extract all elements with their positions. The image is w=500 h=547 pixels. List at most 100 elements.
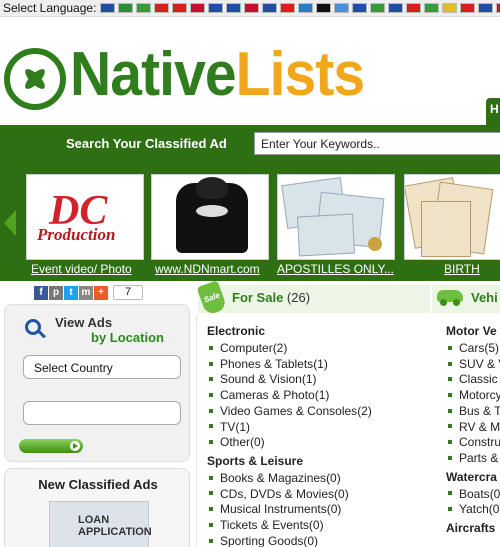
language-flag-icon[interactable] bbox=[442, 3, 458, 13]
language-flag-icon[interactable] bbox=[172, 3, 188, 13]
language-flag-icon[interactable] bbox=[496, 3, 500, 13]
category-count: (2) bbox=[357, 403, 372, 418]
carousel-prev-icon[interactable] bbox=[4, 210, 16, 236]
language-flag-icon[interactable] bbox=[244, 3, 260, 13]
language-flag-icon[interactable] bbox=[226, 3, 242, 13]
bullet-icon bbox=[209, 440, 213, 445]
language-flag-icon[interactable] bbox=[424, 3, 440, 13]
new-ads-title: New Classified Ads bbox=[38, 477, 158, 492]
bullet-icon bbox=[209, 491, 213, 496]
location-input[interactable] bbox=[23, 401, 181, 425]
language-flag-icon[interactable] bbox=[154, 3, 170, 13]
category-title[interactable]: Aircrafts bbox=[446, 521, 495, 535]
category-link[interactable]: Phones & Tablets(1) bbox=[209, 357, 328, 371]
category-link[interactable]: Constru bbox=[448, 435, 500, 449]
carousel-caption[interactable]: Event video/ Photo bbox=[31, 262, 132, 276]
carousel-caption[interactable]: www.NDNmart.com bbox=[155, 262, 260, 276]
bullet-icon bbox=[209, 377, 213, 382]
print-icon[interactable]: p bbox=[49, 285, 63, 300]
bullet-icon bbox=[209, 392, 213, 397]
search-label: Search Your Classified Ad bbox=[66, 136, 227, 151]
bullet-icon bbox=[448, 455, 452, 460]
nav-tab-home[interactable]: H bbox=[486, 98, 500, 125]
language-flag-icon[interactable] bbox=[460, 3, 476, 13]
search-input[interactable] bbox=[254, 132, 500, 155]
country-select[interactable]: Select Country bbox=[23, 355, 181, 379]
category-link[interactable]: Computer(2) bbox=[209, 341, 287, 355]
language-flag-icon[interactable] bbox=[334, 3, 350, 13]
category-link[interactable]: TV(1) bbox=[209, 420, 250, 434]
bullet-icon bbox=[209, 408, 213, 413]
category-link[interactable]: Other(0) bbox=[209, 435, 265, 449]
email-icon[interactable]: m bbox=[79, 285, 93, 300]
category-link[interactable]: Yatch(0) bbox=[448, 502, 500, 516]
category-link-label: Cameras & Photo bbox=[220, 388, 315, 403]
language-flag-icon[interactable] bbox=[298, 3, 314, 13]
logo-icon[interactable] bbox=[4, 48, 66, 110]
category-link-label: Sporting Goods bbox=[220, 533, 304, 547]
category-link[interactable]: Cameras & Photo(1) bbox=[209, 388, 329, 402]
carousel-item[interactable] bbox=[277, 174, 395, 260]
category-link[interactable]: Parts & bbox=[448, 451, 498, 465]
new-ad-thumbnail[interactable]: LOAN APPLICATION bbox=[49, 501, 152, 547]
carousel-caption[interactable]: APOSTILLES ONLY... bbox=[277, 262, 394, 276]
language-flag-icon[interactable] bbox=[406, 3, 422, 13]
language-flag-icon[interactable] bbox=[136, 3, 152, 13]
category-link[interactable]: Boats(0) bbox=[448, 487, 500, 501]
go-button[interactable] bbox=[19, 439, 83, 453]
vehicles-title[interactable]: Vehi bbox=[471, 290, 498, 305]
for-sale-title[interactable]: For Sale (26) bbox=[232, 290, 310, 305]
column-divider bbox=[196, 315, 197, 547]
carousel-item[interactable] bbox=[404, 174, 500, 260]
category-link[interactable]: Tickets & Events(0) bbox=[209, 518, 324, 532]
more-share-icon[interactable]: + bbox=[94, 285, 108, 300]
category-link[interactable]: Books & Magazines(0) bbox=[209, 471, 341, 485]
category-link[interactable]: Sporting Goods(0) bbox=[209, 534, 318, 547]
category-title[interactable]: Sports & Leisure bbox=[207, 454, 303, 468]
language-flag-icon[interactable] bbox=[388, 3, 404, 13]
category-link[interactable]: Classic bbox=[448, 372, 498, 386]
category-link[interactable]: Musical Instruments(0) bbox=[209, 502, 341, 516]
category-link-label: TV bbox=[220, 419, 236, 434]
language-flag-icon[interactable] bbox=[262, 3, 278, 13]
category-link[interactable]: Sound & Vision(1) bbox=[209, 372, 317, 386]
category-link-label: Boats bbox=[459, 486, 490, 501]
category-link[interactable]: Bus & T bbox=[448, 404, 500, 418]
category-link-label: Video Games & Consoles bbox=[220, 403, 358, 418]
share-bar: f p t m + 7 bbox=[34, 285, 143, 300]
category-count: (5) bbox=[484, 341, 500, 355]
category-link-label: Musical Instruments bbox=[220, 502, 327, 517]
language-flag-icon[interactable] bbox=[316, 3, 332, 13]
language-bar: Select Language: bbox=[0, 0, 500, 17]
twitter-icon[interactable]: t bbox=[64, 285, 78, 300]
view-ads-title: View Ads bbox=[55, 315, 113, 330]
category-link[interactable]: Video Games & Consoles(2) bbox=[209, 404, 372, 418]
language-flag-icon[interactable] bbox=[352, 3, 368, 13]
category-link[interactable]: Motorcy bbox=[448, 388, 500, 402]
site-logo[interactable]: NativeLists bbox=[70, 44, 365, 106]
category-link[interactable]: CDs, DVDs & Movies(0) bbox=[209, 487, 349, 501]
category-title[interactable]: Motor Ve bbox=[446, 324, 497, 338]
category-count: (0) bbox=[326, 502, 342, 517]
carousel-caption[interactable]: BIRTH bbox=[444, 262, 480, 276]
facebook-icon[interactable]: f bbox=[34, 285, 48, 300]
category-title[interactable]: Electronic bbox=[207, 324, 265, 338]
language-flag-icon[interactable] bbox=[100, 3, 116, 13]
site-header: NativeLists H bbox=[0, 18, 500, 125]
category-link[interactable]: SUV & V bbox=[448, 357, 500, 371]
category-link-label: Cars bbox=[459, 341, 485, 355]
category-link-label: Motorcy bbox=[459, 388, 500, 403]
language-flag-icon[interactable] bbox=[208, 3, 224, 13]
car-icon bbox=[437, 290, 463, 306]
language-flag-icon[interactable] bbox=[118, 3, 134, 13]
bullet-icon bbox=[209, 538, 213, 543]
category-link[interactable]: RV & M bbox=[448, 420, 500, 434]
language-flag-icon[interactable] bbox=[190, 3, 206, 13]
carousel-item[interactable] bbox=[151, 174, 269, 260]
language-flag-icon[interactable] bbox=[280, 3, 296, 13]
carousel-item[interactable]: DC Production bbox=[26, 174, 144, 260]
language-flag-icon[interactable] bbox=[478, 3, 494, 13]
category-title[interactable]: Watercra bbox=[446, 470, 497, 484]
category-link[interactable]: Cars(5) bbox=[448, 341, 499, 355]
language-flag-icon[interactable] bbox=[370, 3, 386, 13]
